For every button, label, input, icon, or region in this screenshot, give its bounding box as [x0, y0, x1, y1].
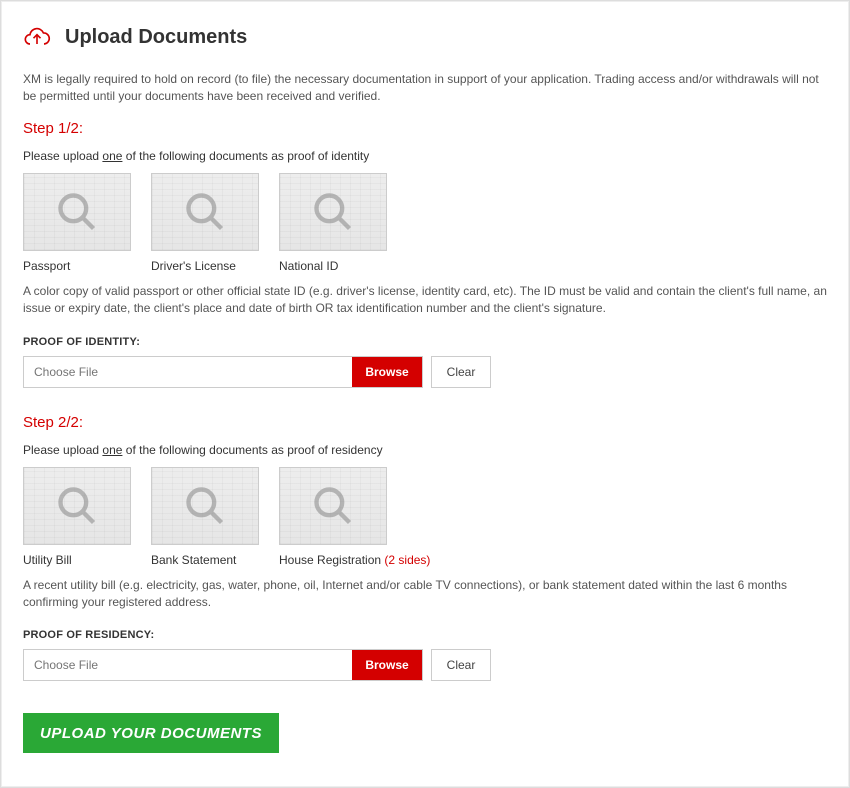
step2-doc-row: Utility Bill Bank Statement House Regist…: [23, 467, 827, 567]
doc-thumb: [279, 467, 387, 545]
step1-title: Step 1/2:: [23, 120, 827, 137]
step2-title: Step 2/2:: [23, 414, 827, 431]
doc-caption: Bank Statement: [151, 553, 259, 567]
step1-instruction: Please upload one of the following docum…: [23, 149, 827, 163]
doc-thumb: [151, 467, 259, 545]
doc-thumb: [23, 467, 131, 545]
doc-caption: House Registration (2 sides): [279, 553, 439, 567]
doc-option-house-registration[interactable]: House Registration (2 sides): [279, 467, 439, 567]
step1-doc-row: Passport Driver's License National ID: [23, 173, 827, 273]
step1-description: A color copy of valid passport or other …: [23, 283, 827, 318]
intro-text: XM is legally required to hold on record…: [23, 71, 827, 106]
magnify-icon: [311, 484, 355, 528]
doc-option-bank-statement[interactable]: Bank Statement: [151, 467, 259, 567]
doc-caption: Passport: [23, 259, 131, 273]
browse-button[interactable]: Browse: [352, 357, 422, 387]
header: Upload Documents: [23, 23, 827, 51]
doc-caption: Utility Bill: [23, 553, 131, 567]
doc-option-utility-bill[interactable]: Utility Bill: [23, 467, 131, 567]
file-input-wrap: Browse: [23, 649, 423, 681]
proof-of-residency-label: PROOF OF RESIDENCY:: [23, 629, 827, 641]
cloud-upload-icon: [23, 23, 51, 51]
doc-option-drivers-license[interactable]: Driver's License: [151, 173, 259, 273]
doc-thumb: [279, 173, 387, 251]
doc-caption: National ID: [279, 259, 387, 273]
upload-your-documents-button[interactable]: UPLOAD YOUR DOCUMENTS: [23, 713, 279, 753]
step2-field-row: Browse Clear: [23, 649, 827, 681]
magnify-icon: [183, 484, 227, 528]
upload-documents-card: Upload Documents XM is legally required …: [0, 0, 850, 788]
magnify-icon: [55, 190, 99, 234]
page-title: Upload Documents: [65, 26, 247, 49]
magnify-icon: [183, 190, 227, 234]
doc-option-national-id[interactable]: National ID: [279, 173, 387, 273]
magnify-icon: [55, 484, 99, 528]
step1-field-row: Browse Clear: [23, 356, 827, 388]
clear-button[interactable]: Clear: [431, 649, 491, 681]
file-input-wrap: Browse: [23, 356, 423, 388]
step2-description: A recent utility bill (e.g. electricity,…: [23, 577, 827, 612]
proof-of-residency-input[interactable]: [24, 650, 352, 680]
proof-of-identity-label: PROOF OF IDENTITY:: [23, 336, 827, 348]
proof-of-identity-input[interactable]: [24, 357, 352, 387]
step2-instruction: Please upload one of the following docum…: [23, 443, 827, 457]
magnify-icon: [311, 190, 355, 234]
doc-option-passport[interactable]: Passport: [23, 173, 131, 273]
browse-button[interactable]: Browse: [352, 650, 422, 680]
clear-button[interactable]: Clear: [431, 356, 491, 388]
doc-thumb: [23, 173, 131, 251]
doc-caption: Driver's License: [151, 259, 259, 273]
doc-thumb: [151, 173, 259, 251]
